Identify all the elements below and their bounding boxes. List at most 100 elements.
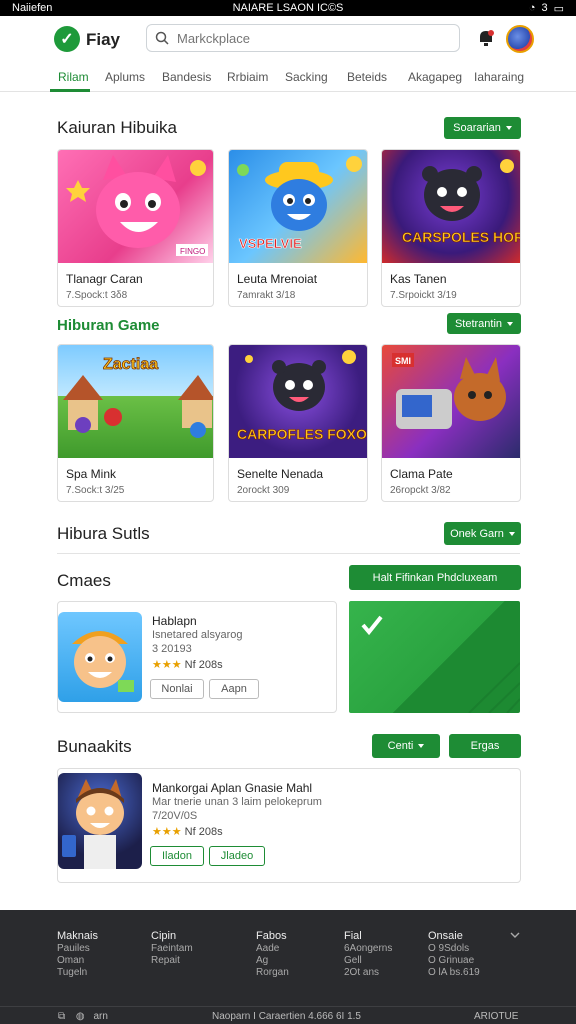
section-divider	[57, 553, 520, 554]
status-center-text: NAIARE LSAON IC©S	[232, 2, 344, 14]
app-bar: ✓ Fiay	[0, 16, 576, 62]
section3-dropdown-button[interactable]: Onek Garn	[444, 522, 521, 545]
share-icon[interactable]: ⧉	[58, 1011, 65, 1022]
black-panther-art: CARPOFLES FOXO	[237, 350, 367, 442]
app-version: 7/20V/0S	[152, 810, 198, 822]
footer-link[interactable]: Ag	[256, 955, 289, 967]
rating-text: Nf 208s	[184, 659, 223, 671]
app-list-item[interactable]: Hablapn Isnetared alsyarog 3 20193 ★★★ N…	[57, 601, 337, 713]
tab-sacking[interactable]: Sacking	[285, 70, 328, 84]
game-meta: 2orockt 309	[237, 485, 290, 496]
footer-link[interactable]: 2Ot ans	[344, 967, 392, 979]
footer-link[interactable]: O 9Sdols	[428, 943, 480, 955]
game-card[interactable]: SMI Clama Pate 26ropckt 3/82	[381, 344, 521, 502]
footer-link[interactable]: Aade	[256, 943, 289, 955]
footer-link[interactable]: 6Aongerns	[344, 943, 392, 955]
tab-aplums[interactable]: Aplums	[105, 70, 145, 84]
boy-character-art	[72, 631, 134, 692]
footer-link[interactable]: Repait	[151, 955, 193, 967]
card-art-text: CARPOFLES FOXO	[237, 426, 367, 442]
promo-banner[interactable]	[349, 601, 520, 713]
game-title: Kas Tanen	[390, 272, 447, 286]
footer-column-head: Onsaie	[428, 930, 463, 942]
game-meta: 7.Spock:t 3δ8	[66, 290, 128, 301]
section-title-hibura-sutls: Hibura Sutls	[57, 524, 150, 543]
app-icon	[58, 773, 142, 869]
chevron-down-icon	[505, 126, 512, 130]
card-art-text: SMI	[395, 356, 411, 366]
footer-copyright: Naoparn I Caraertien 4.666 6I 1.5	[212, 1011, 361, 1022]
footer-bottom-left-text: arn	[93, 1011, 108, 1022]
search-input[interactable]	[177, 30, 437, 46]
section5-dropdown-button[interactable]: Centi	[372, 734, 440, 758]
globe-icon[interactable]: ◍	[76, 1011, 85, 1022]
game-title: Senelte Nenada	[237, 467, 324, 481]
app-name: Hablapn	[152, 614, 197, 628]
app-primary-button[interactable]: Jladeo	[209, 846, 265, 866]
section2-filter-button[interactable]: Stetrantin	[447, 313, 521, 334]
promo-action-label: Halt Fifinkan Phdcluxeam	[372, 571, 498, 584]
tab-bandesis[interactable]: Bandesis	[162, 70, 211, 84]
section5-secondary-label: Ergas	[470, 740, 500, 752]
promo-action-button[interactable]: Halt Fifinkan Phdcluxeam	[349, 565, 521, 590]
section5-dropdown-label: Centi	[387, 740, 414, 752]
game-thumbnail: FINGO	[58, 150, 213, 263]
black-panther-art: CARSPOLES HORH	[402, 159, 520, 245]
game-title: Tlanagr Caran	[66, 272, 143, 286]
game-meta: 7amrakt 3/18	[237, 290, 296, 301]
footer-link[interactable]: O Grinuae	[428, 955, 480, 967]
notification-icon[interactable]	[476, 28, 496, 48]
card-art-text: FINGO	[180, 247, 205, 256]
section1-sort-button[interactable]: Soararian	[444, 117, 521, 139]
chevron-down-icon	[508, 531, 515, 536]
game-card[interactable]: CARPOFLES FOXO Senelte Nenada 2orockt 30…	[228, 344, 368, 502]
search-box[interactable]	[146, 24, 460, 52]
footer-brand: ARIOTUE	[474, 1011, 519, 1022]
footer-link[interactable]: Tugeln	[57, 967, 98, 979]
section-title-bunaakits: Bunaakits	[57, 737, 132, 756]
tab-rrbiaim[interactable]: Rrbiaim	[227, 70, 268, 84]
game-title: Clama Pate	[390, 467, 453, 481]
footer-column-head: Cipin	[151, 930, 177, 942]
footer-link[interactable]: Rorgan	[256, 967, 289, 979]
game-card[interactable]: VSPELVIE Leuta Mrenoiat 7amrakt 3/18	[228, 149, 368, 307]
tab-akagapeg[interactable]: Akagapeg	[408, 70, 462, 84]
footer-column: Maknais Pauiles Oman Tugeln	[57, 930, 98, 979]
game-meta: 26ropckt 3/82	[390, 485, 451, 496]
tab-rilam[interactable]: Rilam	[58, 70, 89, 84]
game-card[interactable]: CARSPOLES HORH Kas Tanen 7.Srpoickt 3/19	[381, 149, 521, 307]
app-secondary-button[interactable]: Iladon	[150, 846, 204, 866]
fox-console-art: SMI	[392, 353, 506, 429]
app-secondary-button[interactable]: Nonlai	[150, 679, 204, 699]
user-avatar[interactable]	[506, 25, 534, 53]
game-card[interactable]: Zactiaa Spa Mink 7.Sock:t 3/25	[57, 344, 214, 502]
game-thumbnail: VSPELVIE	[229, 150, 367, 263]
footer-link[interactable]: Gell	[344, 955, 392, 967]
section5-secondary-button[interactable]: Ergas	[449, 734, 521, 758]
game-title: Leuta Mrenoiat	[237, 272, 318, 286]
star-icon: ★★★	[152, 659, 182, 671]
footer-column-head: Fial	[344, 930, 362, 942]
footer-link[interactable]: Faeintam	[151, 943, 193, 955]
app-logo-icon[interactable]: ✓	[54, 26, 80, 52]
app-list-item[interactable]: Mankorgai Aplan Gnasie Mahl Mar tnerie u…	[57, 768, 521, 883]
footer-link[interactable]: Pauiles	[57, 943, 98, 955]
footer: Maknais Pauiles Oman Tugeln Cipin Faeint…	[0, 910, 576, 1024]
star-icon: ★★★	[152, 826, 182, 838]
app-rating: ★★★ Nf 208s	[152, 658, 223, 671]
section-title-hiburan-game: Hiburan Game	[57, 317, 160, 334]
category-tabs: Rilam Aplums Bandesis Rrbiaim Sacking Be…	[0, 62, 576, 92]
section1-sort-label: Soararian	[453, 122, 501, 134]
tab-beteids[interactable]: Beteids	[347, 70, 387, 84]
app-subtitle: Isnetared alsyarog	[152, 629, 243, 641]
tab-iaharaing[interactable]: Iaharaing	[474, 70, 524, 84]
footer-social-icons: ⧉ ◍ arn	[58, 1011, 108, 1022]
app-name: Mankorgai Aplan Gnasie Mahl	[152, 781, 313, 795]
footer-link[interactable]: Oman	[57, 955, 98, 967]
app-primary-button[interactable]: Aapn	[209, 679, 259, 699]
game-thumbnail: SMI	[382, 345, 520, 458]
status-bar: Naiiefen NAIARE LSAON IC©S ◔ 3 ▭	[0, 0, 576, 16]
chevron-down-icon[interactable]	[510, 932, 520, 938]
game-card[interactable]: FINGO Tlanagr Caran 7.Spock:t 3δ8	[57, 149, 214, 307]
footer-link[interactable]: O lA bs.619	[428, 967, 480, 979]
